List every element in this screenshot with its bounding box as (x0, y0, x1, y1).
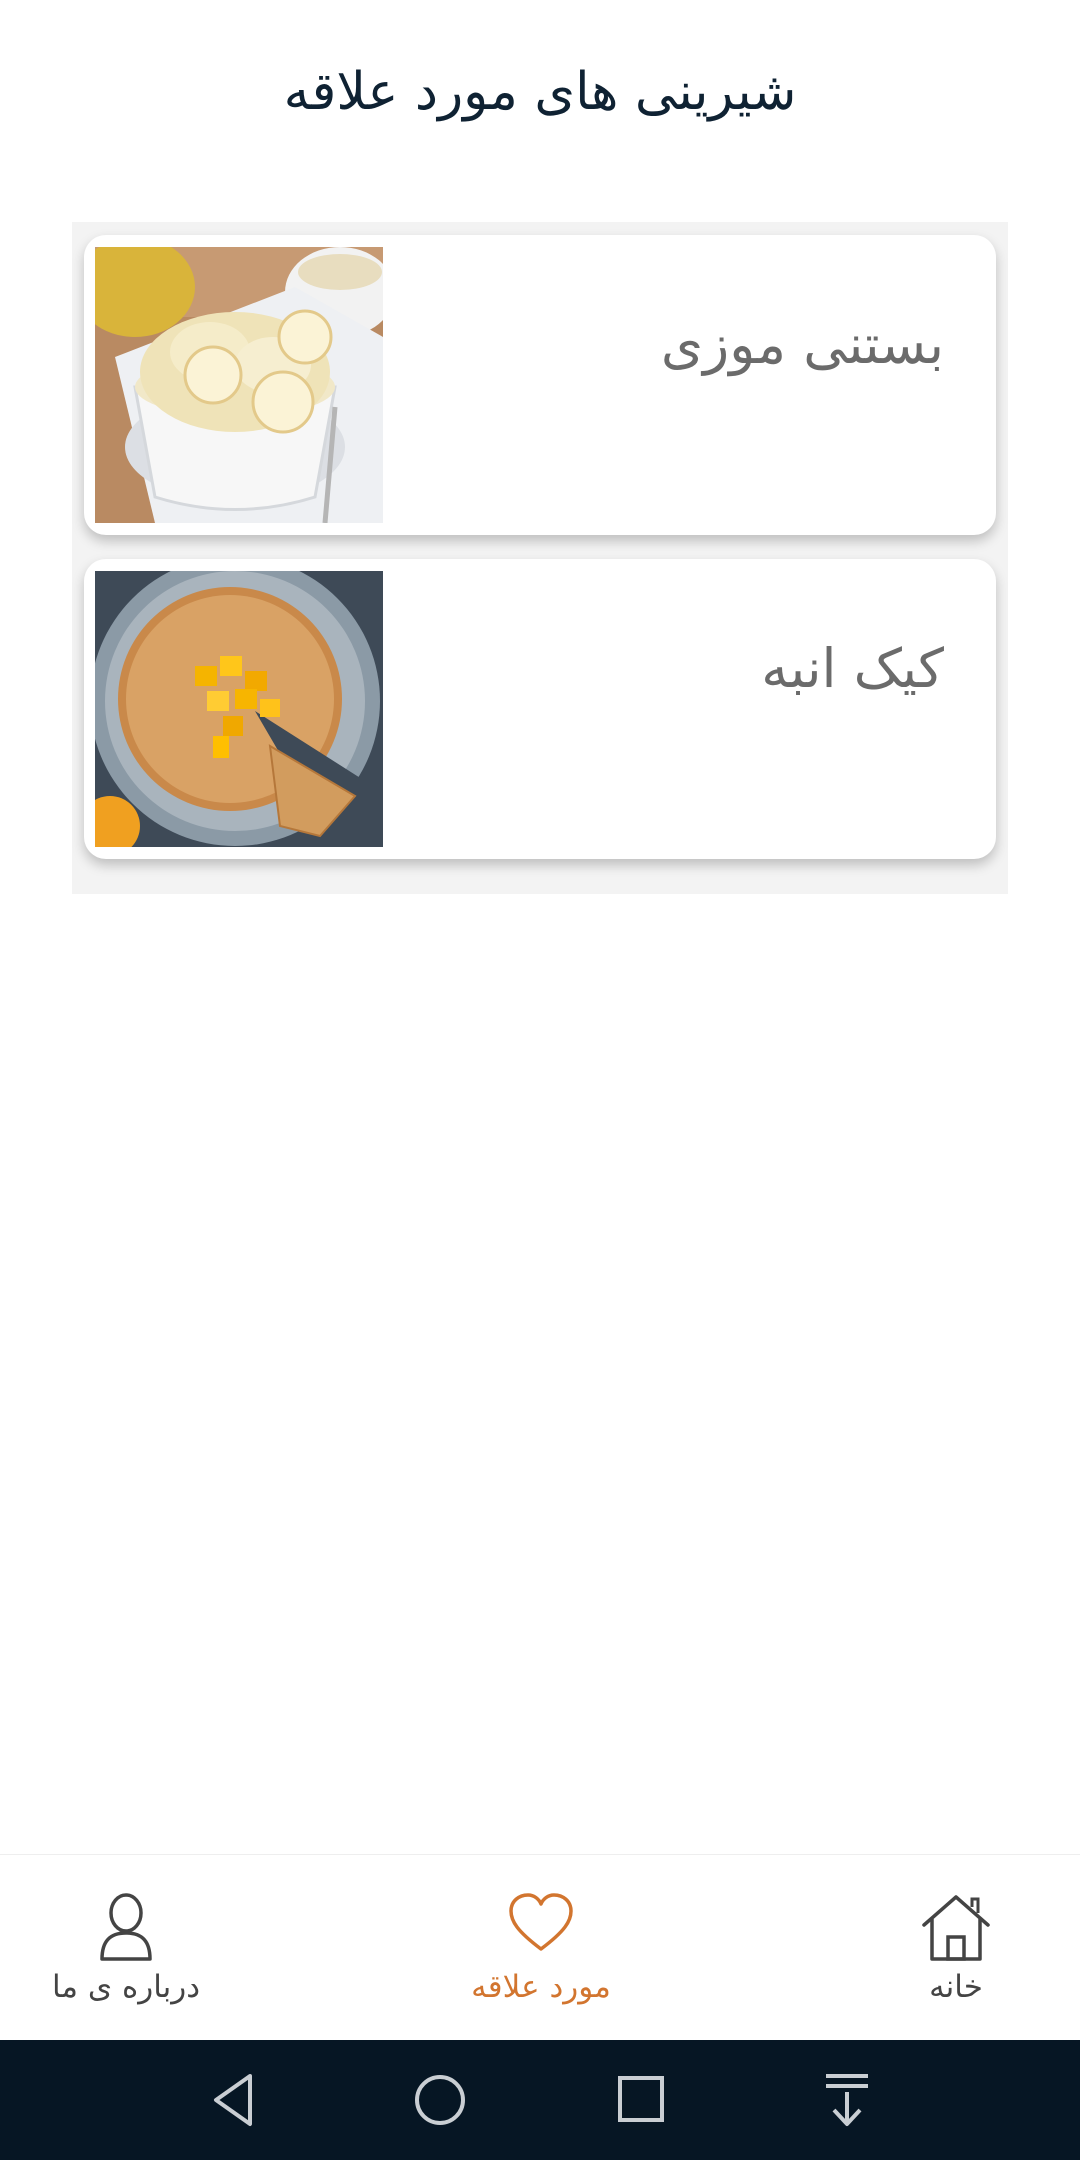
nav-home-label: خانه (929, 1969, 983, 2005)
favorite-card-title: کیک انبه (761, 637, 944, 700)
system-navigation-bar (0, 2040, 1080, 2160)
bottom-navigation-bar: خانه مورد علاقه درباره ی ما (0, 1854, 1080, 2041)
nav-favorites-label: مورد علاقه (471, 1969, 611, 2005)
nav-about-us[interactable]: درباره ی ما (0, 1855, 256, 2041)
favorites-list: بستنی موزی کیک انبه (72, 222, 1008, 894)
favorite-card-mango-cake[interactable]: کیک انبه (84, 559, 996, 859)
banana-ice-cream-image (95, 247, 383, 523)
home-circle-icon[interactable] (412, 2070, 468, 2134)
heart-icon (507, 1891, 575, 1959)
user-icon (96, 1891, 156, 1967)
page-title: شیرینی های مورد علاقه (283, 62, 797, 122)
recents-icon[interactable] (616, 2070, 666, 2134)
favorite-card-title: بستنی موزی (660, 313, 944, 376)
mango-cake-image (95, 571, 383, 847)
nav-home[interactable]: خانه (826, 1855, 1080, 2041)
favorite-card-banana-ice-cream[interactable]: بستنی موزی (84, 235, 996, 535)
back-icon[interactable] (208, 2070, 258, 2134)
home-icon (918, 1891, 994, 1967)
nav-favorites[interactable]: مورد علاقه (411, 1855, 671, 2041)
nav-about-us-label: درباره ی ما (51, 1969, 201, 2005)
notifications-pull-icon[interactable] (822, 2070, 872, 2134)
